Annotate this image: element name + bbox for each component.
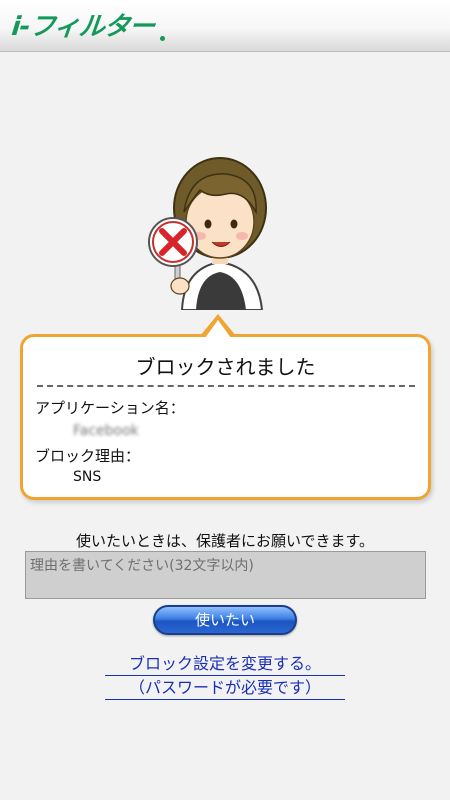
app-header: i-フィルター <box>0 0 450 52</box>
block-message-bubble: ブロックされました アプリケーション名： Facebook ブロック理由： SN… <box>20 334 431 500</box>
app-logo: i-フィルター <box>10 12 156 42</box>
block-title: ブロックされました <box>135 355 316 379</box>
block-reason-value: SNS <box>73 469 102 485</box>
girl-with-x-sign-icon <box>148 157 267 310</box>
password-required-link-text[interactable]: （パスワードが必要です） <box>105 676 345 700</box>
app-name-label: アプリケーション名： <box>35 399 185 417</box>
bubble-tail-fill <box>205 320 231 338</box>
change-block-settings-link[interactable]: ブロック設定を変更する。 （パスワードが必要です） <box>105 652 345 700</box>
block-reason-label: ブロック理由： <box>35 447 141 465</box>
dashed-divider <box>37 385 415 387</box>
request-use-button[interactable]: 使いたい <box>153 605 297 635</box>
app-name-value: Facebook <box>73 423 139 439</box>
parent-request-notice: 使いたいときは、保護者にお願いできます。 <box>75 532 375 550</box>
logo-dot-icon <box>160 36 165 41</box>
change-settings-link-text[interactable]: ブロック設定を変更する。 <box>105 652 345 676</box>
reason-input[interactable] <box>25 551 426 599</box>
